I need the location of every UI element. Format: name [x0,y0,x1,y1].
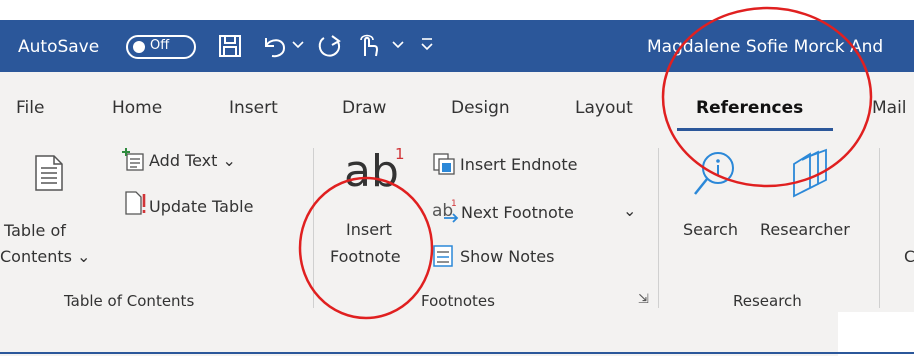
annotation-circle-insert-footnote [298,176,434,320]
annotation-circle-references [661,6,873,188]
annotation-overlay [298,6,873,320]
